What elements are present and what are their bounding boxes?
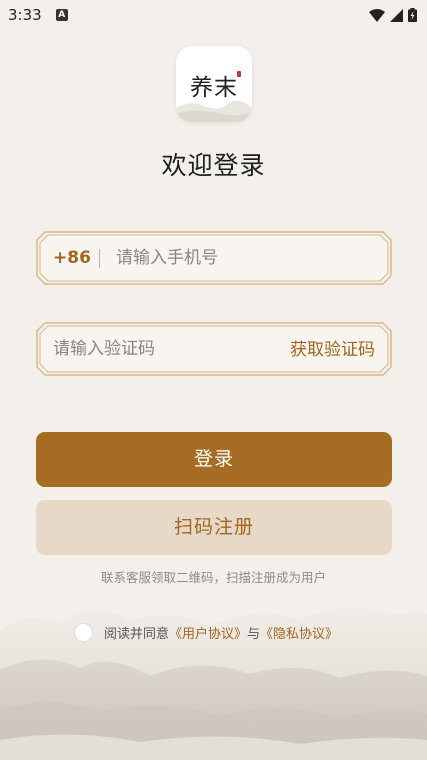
agreement-conjunction: 与 — [247, 626, 261, 642]
wifi-icon — [369, 8, 385, 22]
logo-seal-icon — [237, 71, 241, 77]
page-title: 欢迎登录 — [161, 151, 266, 180]
status-bar: 3:33 A — [0, 0, 427, 30]
get-code-button[interactable]: 获取验证码 — [290, 322, 375, 376]
signal-icon — [390, 8, 403, 22]
mountain-background — [0, 607, 427, 760]
notification-icon: A — [55, 9, 68, 21]
register-hint: 联系客服领取二维码，扫描注册成为用户 — [100, 570, 326, 585]
phone-input[interactable] — [116, 241, 376, 275]
app-logo: 养末 — [176, 46, 252, 122]
status-time: 3:33 — [8, 6, 42, 24]
agreement-row: 阅读并同意 《用户协议》 与 《隐私协议》 — [74, 622, 338, 642]
code-field: 获取验证码 — [36, 322, 392, 376]
phone-divider — [99, 249, 100, 268]
user-agreement-link[interactable]: 《用户协议》 — [169, 623, 247, 642]
battery-icon — [408, 8, 417, 22]
status-icons — [369, 8, 417, 22]
agreement-checkbox[interactable] — [74, 622, 93, 642]
code-input[interactable] — [53, 332, 273, 366]
scan-register-button[interactable]: 扫码注册 — [36, 500, 392, 555]
logo-mist-icon — [176, 100, 252, 122]
phone-field: +86 — [36, 231, 392, 285]
login-button[interactable]: 登录 — [36, 432, 392, 487]
country-code[interactable]: +86 — [53, 231, 91, 285]
privacy-agreement-link[interactable]: 《隐私协议》 — [260, 623, 338, 642]
agreement-prefix: 阅读并同意 — [104, 626, 170, 642]
